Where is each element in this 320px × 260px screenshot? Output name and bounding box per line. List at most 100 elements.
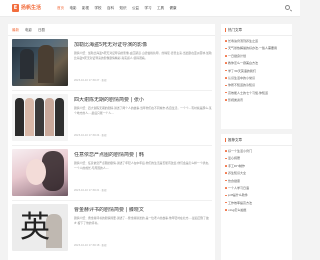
bullet-icon <box>225 179 227 182</box>
list-item-label: 手工DIY制作 <box>228 163 246 168</box>
list-item[interactable]: 好一个生活小窍门 <box>225 149 289 153</box>
list-item-label: 爱心捐赠 <box>228 156 241 161</box>
search-icon[interactable] <box>285 5 290 10</box>
article-title[interactable]: 曹金赫评书的剧情简要 | 滕晓文 <box>74 207 212 213</box>
hot-articles-title: 热门文章 <box>228 28 242 32</box>
list-item[interactable]: 任意依恋严点图的剧情简要 | 韩 剧情介绍：任意依恋严点图的剧情,讲述了年轻人在… <box>12 149 212 196</box>
list-item[interactable]: vlog怎么拍摄 <box>225 208 289 212</box>
bullet-icon <box>225 77 227 79</box>
nav-item-wiki[interactable]: 百科 <box>107 4 114 12</box>
list-item-label: 一个人学习日语 <box>228 185 250 190</box>
bullet-icon <box>225 209 227 211</box>
tab-divider <box>8 35 215 36</box>
list-item-label: 工作效率提高方法 <box>228 200 253 205</box>
list-item-label: 你所不知道的冷知识 <box>228 83 256 88</box>
divider <box>221 35 292 36</box>
list-item[interactable]: 天气暴热解暑的好办法,一些人需要用 <box>225 46 289 50</box>
list-item[interactable]: 加勒比海盗5死无对证导演的影像 剧情介绍：加勒比海盗5死无对证导演的影像,由艾斯… <box>12 39 212 86</box>
nav-item-health[interactable]: 健康 <box>170 4 177 12</box>
divider <box>12 200 212 201</box>
bullet-icon <box>225 55 227 57</box>
nav-item-study[interactable]: 学习 <box>145 4 152 12</box>
list-item[interactable]: pdf是什么软件 <box>225 193 289 197</box>
bullet-icon <box>225 187 227 189</box>
article-title[interactable]: 四大谢陈无期的剧情简要 | 张小 <box>74 97 212 103</box>
nav-item-tools[interactable]: 工具 <box>157 4 164 12</box>
list-item-label: pdf是什么软件 <box>228 193 248 198</box>
bullet-icon <box>225 69 227 72</box>
list-item[interactable]: 长寿诀窍汤剂养生之道 <box>225 39 289 43</box>
top-navbar: E 扬帆生活 首页 电影 影视 学校 百科 知识 公益 学习 工具 健康 <box>0 0 300 17</box>
bullet-icon <box>225 62 227 64</box>
list-item-label: 学了30天英语的我们 <box>228 68 256 73</box>
article-title[interactable]: 加勒比海盗5死无对证导演的影像 <box>74 42 212 48</box>
article-thumbnail[interactable]: 英 <box>12 204 68 251</box>
list-item[interactable]: 你所不知道的冷知识 <box>225 83 289 87</box>
bullet-icon <box>225 157 227 160</box>
recommended-list: 好一个生活小窍门 爱心捐赠 手工DIY制作 养生知识大全 饮食健康 一个人学习日… <box>225 149 289 216</box>
list-item[interactable]: 饮食健康 <box>225 179 289 183</box>
list-item[interactable]: 爱心捐赠 <box>225 156 289 160</box>
article-title[interactable]: 任意依恋严点图的剧情简要 | 韩 <box>74 152 212 158</box>
article-summary: 剧情介绍：曹金赫评书的剧情简要,讲述了...曹金赫讲述的,是一位老人的故事,他年… <box>74 216 209 225</box>
recommended-title: 推荐文章 <box>228 138 242 142</box>
list-item[interactable]: 英 曹金赫评书的剧情简要 | 滕晓文 剧情介绍：曹金赫评书的剧情简要,讲述了..… <box>12 204 212 251</box>
list-item-label: 一日健身计划 <box>228 53 247 58</box>
list-item[interactable]: 工作效率提高方法 <box>225 201 289 205</box>
hot-articles-panel: 热门文章 长寿诀窍汤剂养生之道 天气暴热解暑的好办法,一些人需要用 一日健身计划… <box>221 24 292 129</box>
list-item[interactable]: 影视类资讯 <box>225 98 289 102</box>
list-item[interactable]: 高效能人士的七个习惯,你知道 <box>225 91 289 95</box>
accent-bar <box>225 28 226 32</box>
divider <box>221 145 292 146</box>
list-item-label: 认识生活中的小常识 <box>228 75 256 80</box>
article-meta: 2023-10-10 17:39:24 · 影视 <box>74 134 107 137</box>
list-item[interactable]: 学了30天英语的我们 <box>225 69 289 73</box>
list-item-label: 高效能人士的七个习惯,你知道 <box>228 90 268 95</box>
recommended-header: 推荐文章 <box>225 138 242 142</box>
list-item[interactable]: 养生知识大全 <box>225 171 289 175</box>
article-thumbnail[interactable] <box>12 94 68 141</box>
list-item-label: 长寿诀窍汤剂养生之道 <box>228 39 259 43</box>
hot-articles-list: 长寿诀窍汤剂养生之道 天气暴热解暑的好办法,一些人需要用 一日健身计划 教你怎么… <box>225 39 289 106</box>
list-item[interactable]: 四大谢陈无期的剧情简要 | 张小 剧情介绍：四大谢陈无期的剧情,讲述了两个人的故… <box>12 94 212 141</box>
logo-text: 扬帆生活 <box>21 5 42 11</box>
bullet-icon <box>225 165 227 167</box>
nav-item-tv[interactable]: 影视 <box>82 4 89 12</box>
article-meta: 2023-10-10 17:39:18 · 影视 <box>74 244 107 247</box>
list-item[interactable]: 教你怎么一键美白方法 <box>225 61 289 65</box>
bullet-icon <box>225 47 227 50</box>
main-nav: 首页 电影 影视 学校 百科 知识 公益 学习 工具 健康 <box>57 4 182 12</box>
article-meta: 2023-10-10 17:39:27 · 影视 <box>74 79 107 82</box>
list-item[interactable]: 手工DIY制作 <box>225 164 289 168</box>
list-item[interactable]: 一个人学习日语 <box>225 186 289 190</box>
nav-item-home[interactable]: 首页 <box>57 4 64 12</box>
bullet-icon <box>225 194 227 197</box>
list-item-label: 饮食健康 <box>228 178 241 183</box>
bullet-icon <box>225 40 227 42</box>
nav-item-knowledge[interactable]: 知识 <box>120 4 127 12</box>
list-item-label: 天气暴热解暑的好办法,一些人需要用 <box>228 46 277 51</box>
divider <box>12 145 212 146</box>
list-item-label: 好一个生活小窍门 <box>228 149 253 153</box>
nav-item-charity[interactable]: 公益 <box>132 4 139 12</box>
nav-item-movie[interactable]: 电影 <box>70 4 77 12</box>
list-item[interactable]: 认识生活中的小常识 <box>225 76 289 80</box>
list-item-label: 教你怎么一键美白方法 <box>228 61 259 66</box>
bullet-icon <box>225 172 227 174</box>
list-item-label: 影视类资讯 <box>228 98 244 103</box>
article-summary: 剧情介绍：加勒比海盗5死无对证导演的影像,由艾斯彭·山德伯格执导。约翰尼·德普主… <box>74 51 212 60</box>
article-thumbnail[interactable] <box>12 39 68 86</box>
list-item[interactable]: 一日健身计划 <box>225 54 289 58</box>
bullet-icon <box>225 91 227 94</box>
site-logo[interactable]: E 扬帆生活 <box>12 4 41 12</box>
article-summary: 剧情介绍：四大谢陈无期的剧情,讲述了两个人的故事,当年他们在不同城市,各自生活。… <box>74 106 212 115</box>
nav-item-school[interactable]: 学校 <box>95 4 102 12</box>
hot-articles-header: 热门文章 <box>225 28 242 32</box>
article-thumbnail[interactable] <box>12 149 68 196</box>
bullet-icon <box>225 84 227 87</box>
article-meta: 2023-10-10 17:39:21 · 影视 <box>74 189 107 192</box>
logo-badge: E <box>12 4 19 12</box>
divider <box>12 90 212 91</box>
bullet-icon <box>225 201 227 204</box>
bullet-icon <box>225 150 227 152</box>
